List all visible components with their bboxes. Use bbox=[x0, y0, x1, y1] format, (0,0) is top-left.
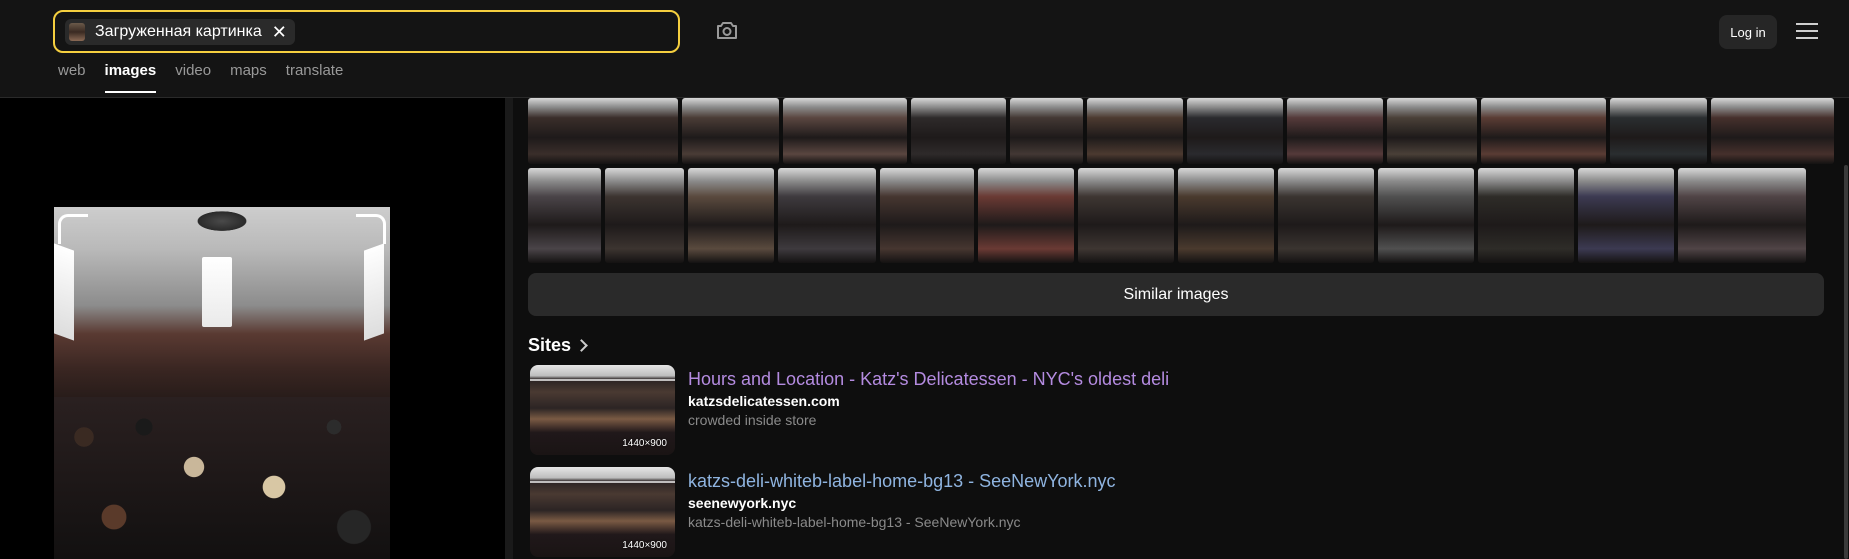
similar-image-thumbnail[interactable] bbox=[1087, 98, 1183, 164]
site-result: 1440×900 Hours and Location - Katz's Deli… bbox=[528, 365, 1828, 457]
similar-images-row bbox=[528, 168, 1806, 263]
similar-image-thumbnail[interactable] bbox=[880, 168, 974, 263]
similar-image-thumbnail[interactable] bbox=[1187, 98, 1283, 164]
image-dimensions: 1440×900 bbox=[622, 540, 667, 551]
sites-heading[interactable]: Sites bbox=[528, 335, 588, 356]
site-result-thumbnail[interactable]: 1440×900 bbox=[530, 467, 675, 557]
uploaded-image-chip[interactable]: Загруженная картинка ✕ bbox=[65, 19, 295, 45]
close-icon[interactable]: ✕ bbox=[272, 23, 287, 41]
similar-image-thumbnail[interactable] bbox=[605, 168, 684, 263]
similar-image-thumbnail[interactable] bbox=[528, 98, 678, 164]
similar-image-thumbnail[interactable] bbox=[528, 168, 601, 263]
uploaded-image-label: Загруженная картинка bbox=[95, 23, 262, 40]
site-result-description: katzs-deli-whiteb-label-home-bg13 - SeeN… bbox=[688, 514, 1021, 530]
chevron-right-icon bbox=[575, 339, 588, 352]
similar-image-thumbnail[interactable] bbox=[1478, 168, 1574, 263]
top-bar: Загруженная картинка ✕ Log in web images v… bbox=[0, 0, 1849, 98]
similar-image-thumbnail[interactable] bbox=[1387, 98, 1477, 164]
site-result-domain[interactable]: seenewyork.nyc bbox=[688, 495, 796, 511]
tab-translate[interactable]: translate bbox=[286, 62, 344, 93]
similar-image-thumbnail[interactable] bbox=[1010, 98, 1083, 164]
tab-images[interactable]: images bbox=[104, 62, 157, 93]
site-result-title[interactable]: Hours and Location - Katz's Delicatessen… bbox=[688, 369, 1169, 390]
similar-image-thumbnail[interactable] bbox=[978, 168, 1074, 263]
similar-images-row bbox=[528, 98, 1834, 164]
similar-image-thumbnail[interactable] bbox=[1578, 168, 1674, 263]
site-result-thumbnail[interactable]: 1440×900 bbox=[530, 365, 675, 455]
camera-search-icon[interactable] bbox=[715, 18, 739, 42]
image-dimensions: 1440×900 bbox=[622, 438, 667, 449]
similar-image-thumbnail[interactable] bbox=[1481, 98, 1606, 164]
similar-image-thumbnail[interactable] bbox=[1178, 168, 1274, 263]
similar-image-thumbnail[interactable] bbox=[688, 168, 774, 263]
sites-title: Sites bbox=[528, 335, 572, 355]
scrollbar[interactable] bbox=[1844, 165, 1848, 559]
tab-maps[interactable]: maps bbox=[230, 62, 267, 93]
site-result-description: crowded inside store bbox=[688, 412, 817, 428]
uploaded-image-thumbnail bbox=[69, 23, 85, 41]
tab-web[interactable]: web bbox=[58, 62, 86, 93]
similar-image-thumbnail[interactable] bbox=[1287, 98, 1383, 164]
similar-image-thumbnail[interactable] bbox=[783, 98, 907, 164]
login-button[interactable]: Log in bbox=[1719, 15, 1777, 49]
similar-image-thumbnail[interactable] bbox=[1278, 168, 1374, 263]
similar-image-thumbnail[interactable] bbox=[1078, 168, 1174, 263]
site-result-title[interactable]: katzs-deli-whiteb-label-home-bg13 - SeeN… bbox=[688, 471, 1116, 492]
similar-image-thumbnail[interactable] bbox=[1378, 168, 1474, 263]
crop-handle-top-right[interactable] bbox=[356, 214, 386, 244]
results-pane: Similar images Sites 1440×900 Hours and L… bbox=[513, 98, 1849, 559]
search-tabs: web images video maps translate bbox=[58, 62, 362, 93]
similar-image-thumbnail[interactable] bbox=[1678, 168, 1806, 263]
similar-image-thumbnail[interactable] bbox=[682, 98, 779, 164]
similar-image-thumbnail[interactable] bbox=[778, 168, 876, 263]
similar-image-thumbnail[interactable] bbox=[911, 98, 1006, 164]
tab-video[interactable]: video bbox=[175, 62, 211, 93]
site-result: 1440×900 katzs-deli-whiteb-label-home-bg1… bbox=[528, 467, 1828, 559]
site-result-domain[interactable]: katzsdelicatessen.com bbox=[688, 393, 840, 409]
pane-divider[interactable] bbox=[505, 98, 513, 559]
hamburger-menu-icon[interactable] bbox=[1796, 22, 1818, 40]
search-box[interactable]: Загруженная картинка ✕ bbox=[53, 10, 680, 53]
uploaded-image-preview[interactable] bbox=[54, 207, 390, 559]
similar-image-thumbnail[interactable] bbox=[1711, 98, 1834, 164]
crop-handle-top-left[interactable] bbox=[58, 214, 88, 244]
similar-image-thumbnail[interactable] bbox=[1610, 98, 1707, 164]
similar-images-button[interactable]: Similar images bbox=[528, 273, 1824, 316]
